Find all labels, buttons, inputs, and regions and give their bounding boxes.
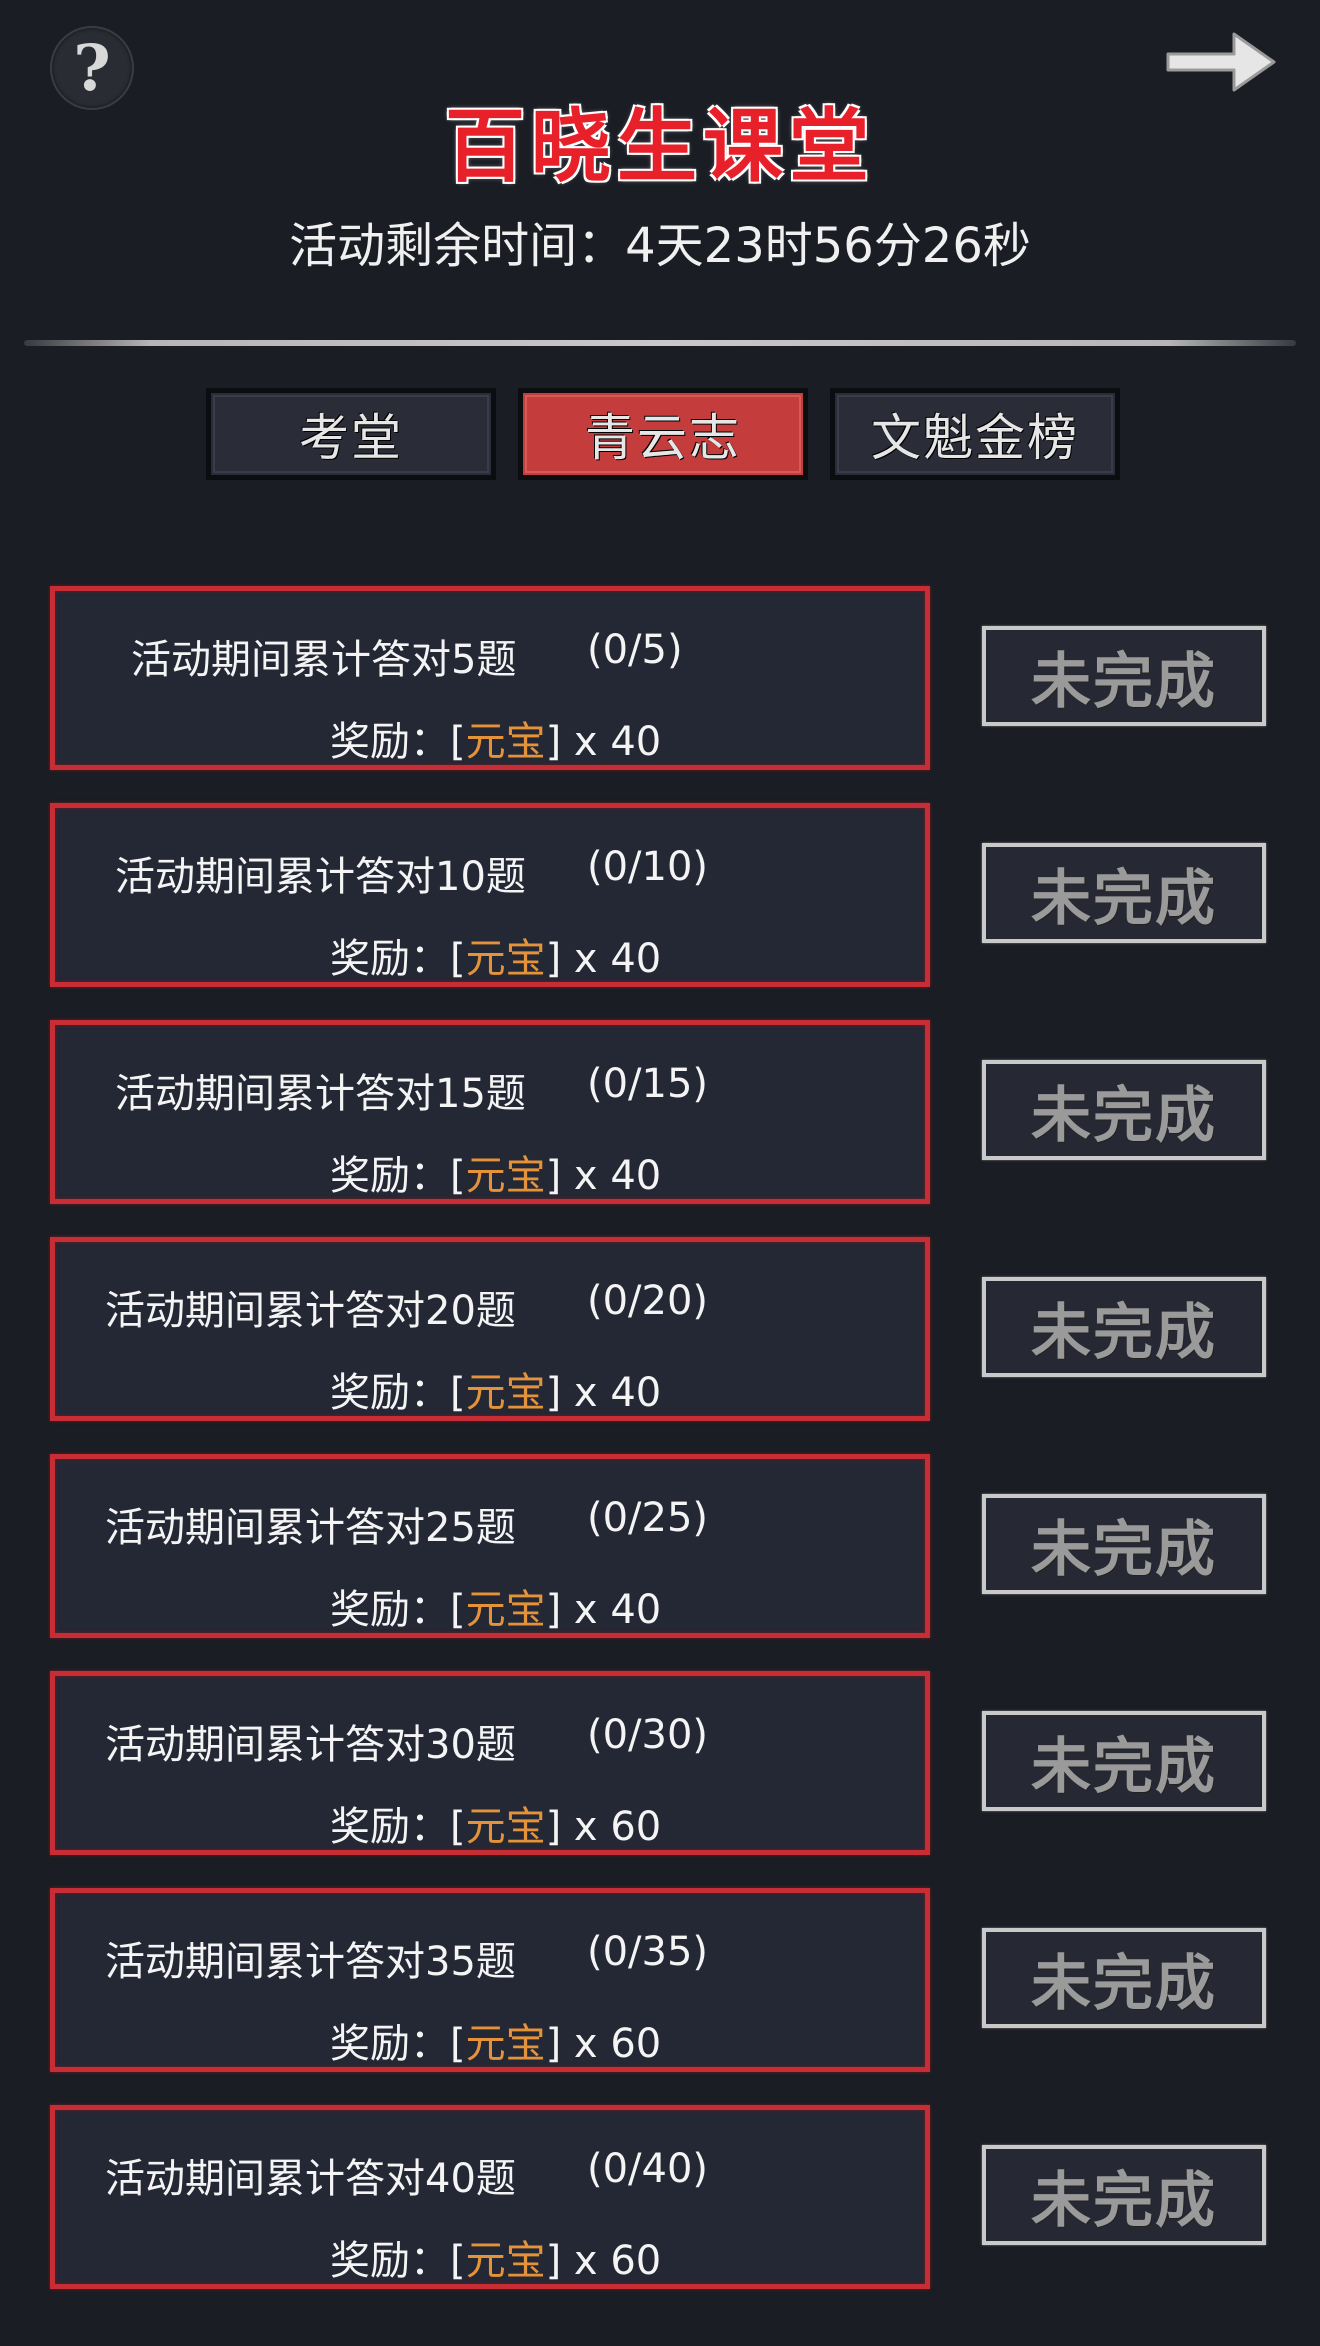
task-row: 活动期间累计答对20题 (0/20) 奖励：[元宝] x 40 未完成 <box>50 1237 1270 1421</box>
task-reward: 奖励：[元宝] x 40 <box>330 1370 662 1416</box>
task-row: 活动期间累计答对10题 (0/10) 奖励：[元宝] x 40 未完成 <box>50 803 1270 987</box>
task-card: 活动期间累计答对40题 (0/40) 奖励：[元宝] x 60 <box>50 2105 930 2289</box>
task-card: 活动期间累计答对5题 (0/5) 奖励：[元宝] x 40 <box>50 586 930 770</box>
reward-item-link[interactable]: 元宝 <box>466 1804 546 1850</box>
task-progress: (0/30) <box>587 1712 709 1758</box>
task-card: 活动期间累计答对10题 (0/10) 奖励：[元宝] x 40 <box>50 803 930 987</box>
task-description: 活动期间累计答对15题 <box>115 1071 526 1117</box>
task-card: 活动期间累计答对20题 (0/20) 奖励：[元宝] x 40 <box>50 1237 930 1421</box>
task-reward: 奖励：[元宝] x 40 <box>330 1153 662 1199</box>
task-progress: (0/25) <box>587 1495 709 1541</box>
task-status-button[interactable]: 未完成 <box>982 1494 1266 1594</box>
task-reward: 奖励：[元宝] x 40 <box>330 719 662 765</box>
task-reward: 奖励：[元宝] x 40 <box>330 936 662 982</box>
task-reward: 奖励：[元宝] x 40 <box>330 1587 662 1633</box>
task-progress: (0/5) <box>587 627 683 673</box>
task-status-button[interactable]: 未完成 <box>982 1928 1266 2028</box>
task-progress: (0/40) <box>587 2146 709 2192</box>
task-status-button[interactable]: 未完成 <box>982 1711 1266 1811</box>
tab-qingyunzhi[interactable]: 青云志 <box>518 388 808 480</box>
task-row: 活动期间累计答对5题 (0/5) 奖励：[元宝] x 40 未完成 <box>50 586 1270 770</box>
task-description: 活动期间累计答对30题 <box>105 1722 516 1768</box>
task-description: 活动期间累计答对40题 <box>105 2156 516 2202</box>
task-description: 活动期间累计答对35题 <box>105 1939 516 1985</box>
reward-item-link[interactable]: 元宝 <box>466 1587 546 1633</box>
header-divider <box>24 340 1296 346</box>
reward-item-link[interactable]: 元宝 <box>466 2238 546 2284</box>
reward-item-link[interactable]: 元宝 <box>466 1153 546 1199</box>
page-title: 百晓生课堂 <box>445 99 875 193</box>
tab-bar: 考堂 青云志 文魁金榜 <box>206 388 1120 480</box>
task-card: 活动期间累计答对35题 (0/35) 奖励：[元宝] x 60 <box>50 1888 930 2072</box>
task-progress: (0/20) <box>587 1278 709 1324</box>
reward-item-link[interactable]: 元宝 <box>466 936 546 982</box>
task-status-button[interactable]: 未完成 <box>982 626 1266 726</box>
task-progress: (0/10) <box>587 844 709 890</box>
task-row: 活动期间累计答对30题 (0/30) 奖励：[元宝] x 60 未完成 <box>50 1671 1270 1855</box>
task-list: 活动期间累计答对5题 (0/5) 奖励：[元宝] x 40 未完成 活动期间累计… <box>50 586 1270 2322</box>
task-reward: 奖励：[元宝] x 60 <box>330 2238 662 2284</box>
task-card: 活动期间累计答对25题 (0/25) 奖励：[元宝] x 40 <box>50 1454 930 1638</box>
task-status-button[interactable]: 未完成 <box>982 843 1266 943</box>
task-row: 活动期间累计答对35题 (0/35) 奖励：[元宝] x 60 未完成 <box>50 1888 1270 2072</box>
task-progress: (0/35) <box>587 1929 709 1975</box>
task-progress: (0/15) <box>587 1061 709 1107</box>
reward-item-link[interactable]: 元宝 <box>466 1370 546 1416</box>
task-status-button[interactable]: 未完成 <box>982 1277 1266 1377</box>
task-description: 活动期间累计答对5题 <box>131 637 517 683</box>
task-reward: 奖励：[元宝] x 60 <box>330 1804 662 1850</box>
activity-countdown: 活动剩余时间：4天23时56分26秒 <box>289 218 1031 274</box>
task-reward: 奖励：[元宝] x 60 <box>330 2021 662 2067</box>
tab-kaotang[interactable]: 考堂 <box>206 388 496 480</box>
task-card: 活动期间累计答对15题 (0/15) 奖励：[元宝] x 40 <box>50 1020 930 1204</box>
task-row: 活动期间累计答对15题 (0/15) 奖励：[元宝] x 40 未完成 <box>50 1020 1270 1204</box>
task-card: 活动期间累计答对30题 (0/30) 奖励：[元宝] x 60 <box>50 1671 930 1855</box>
task-status-button[interactable]: 未完成 <box>982 1060 1266 1160</box>
reward-item-link[interactable]: 元宝 <box>466 719 546 765</box>
task-status-button[interactable]: 未完成 <box>982 2145 1266 2245</box>
task-description: 活动期间累计答对20题 <box>105 1288 516 1334</box>
task-row: 活动期间累计答对40题 (0/40) 奖励：[元宝] x 60 未完成 <box>50 2105 1270 2289</box>
reward-item-link[interactable]: 元宝 <box>466 2021 546 2067</box>
task-description: 活动期间累计答对10题 <box>115 854 526 900</box>
tab-wenkui-jinbang[interactable]: 文魁金榜 <box>830 388 1120 480</box>
task-row: 活动期间累计答对25题 (0/25) 奖励：[元宝] x 40 未完成 <box>50 1454 1270 1638</box>
task-description: 活动期间累计答对25题 <box>105 1505 516 1551</box>
